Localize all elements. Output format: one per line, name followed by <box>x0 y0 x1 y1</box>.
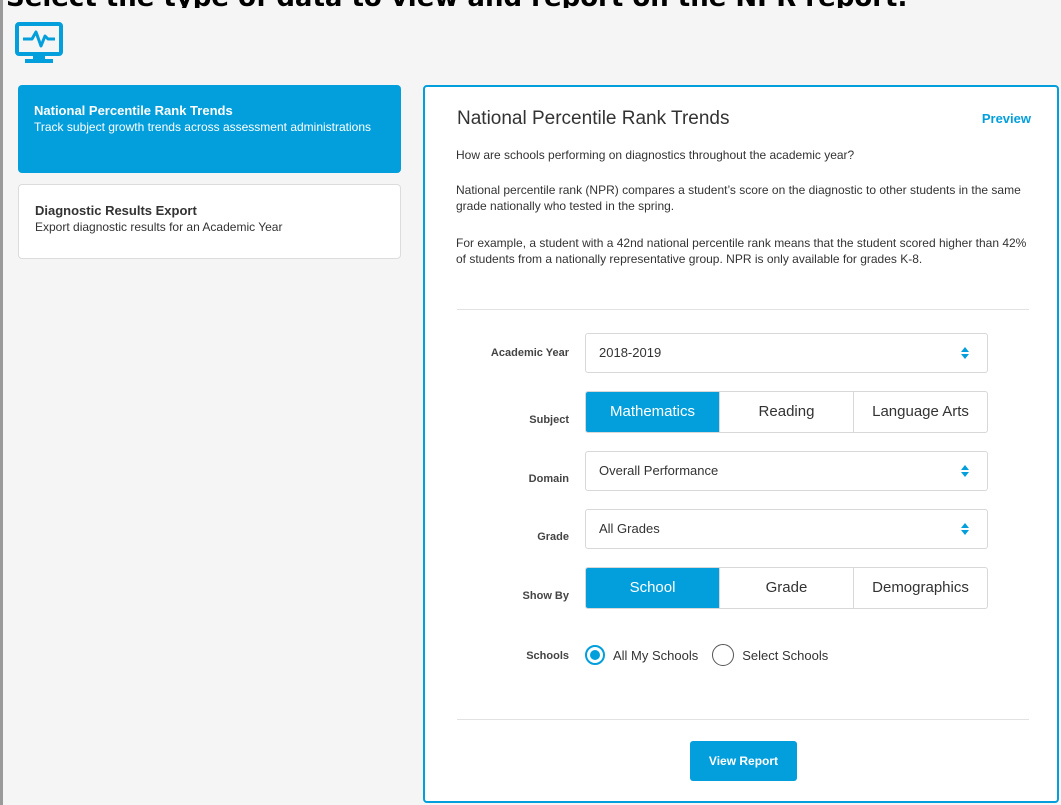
domain-label: Domain <box>528 473 569 485</box>
view-report-button[interactable]: View Report <box>690 741 797 781</box>
report-panel: National Percentile Rank Trends Preview … <box>423 85 1059 803</box>
domain-value: Overall Performance <box>599 463 719 478</box>
monitor-pulse-icon <box>15 22 63 64</box>
panel-example: For example, a student with a 42nd natio… <box>456 236 1027 266</box>
all-my-schools-radio[interactable] <box>585 645 605 665</box>
sidebar-item-npr-trends[interactable]: National Percentile Rank Trends Track su… <box>18 85 401 173</box>
academic-year-label: Academic Year <box>490 347 569 359</box>
show-by-toggle: School Grade Demographics <box>585 567 988 609</box>
preview-link[interactable]: Preview <box>982 111 1031 126</box>
schools-radio-group: All My Schools Select Schools <box>585 641 842 669</box>
grade-label: Grade <box>537 531 569 543</box>
sidebar-item-title: Diagnostic Results Export <box>35 203 197 218</box>
sidebar-item-results-export[interactable]: Diagnostic Results Export Export diagnos… <box>18 184 401 259</box>
sort-arrows-icon <box>961 347 969 359</box>
instruction-banner: Select the type of data to view and repo… <box>0 0 1061 8</box>
subject-toggle: Mathematics Reading Language Arts <box>585 391 988 433</box>
sidebar-item-title: National Percentile Rank Trends <box>34 103 233 118</box>
subject-option-reading[interactable]: Reading <box>720 392 854 432</box>
all-my-schools-label[interactable]: All My Schools <box>613 648 698 663</box>
grade-select[interactable]: All Grades <box>585 509 988 549</box>
panel-definition: National percentile rank (NPR) compares … <box>456 183 1021 213</box>
domain-select[interactable]: Overall Performance <box>585 451 988 491</box>
panel-title: National Percentile Rank Trends <box>457 108 730 129</box>
show-by-option-school[interactable]: School <box>586 568 720 608</box>
show-by-option-grade[interactable]: Grade <box>720 568 854 608</box>
select-schools-label[interactable]: Select Schools <box>742 648 828 663</box>
show-by-option-demographics[interactable]: Demographics <box>854 568 987 608</box>
subject-option-language-arts[interactable]: Language Arts <box>854 392 987 432</box>
sort-arrows-icon <box>961 465 969 477</box>
sort-arrows-icon <box>961 523 969 535</box>
subject-label: Subject <box>529 414 569 426</box>
divider <box>457 719 1029 720</box>
window-left-border <box>0 0 3 805</box>
academic-year-select[interactable]: 2018-2019 <box>585 333 988 373</box>
sidebar-item-description: Export diagnostic results for an Academi… <box>35 220 283 234</box>
divider <box>457 309 1029 310</box>
select-schools-radio[interactable] <box>712 644 735 666</box>
panel-question: How are schools performing on diagnostic… <box>456 148 855 162</box>
schools-label: Schools <box>526 650 569 662</box>
grade-value: All Grades <box>599 521 660 536</box>
show-by-label: Show By <box>522 590 569 602</box>
sidebar-item-description: Track subject growth trends across asses… <box>34 120 372 134</box>
subject-option-mathematics[interactable]: Mathematics <box>586 392 720 432</box>
academic-year-value: 2018-2019 <box>599 345 662 360</box>
